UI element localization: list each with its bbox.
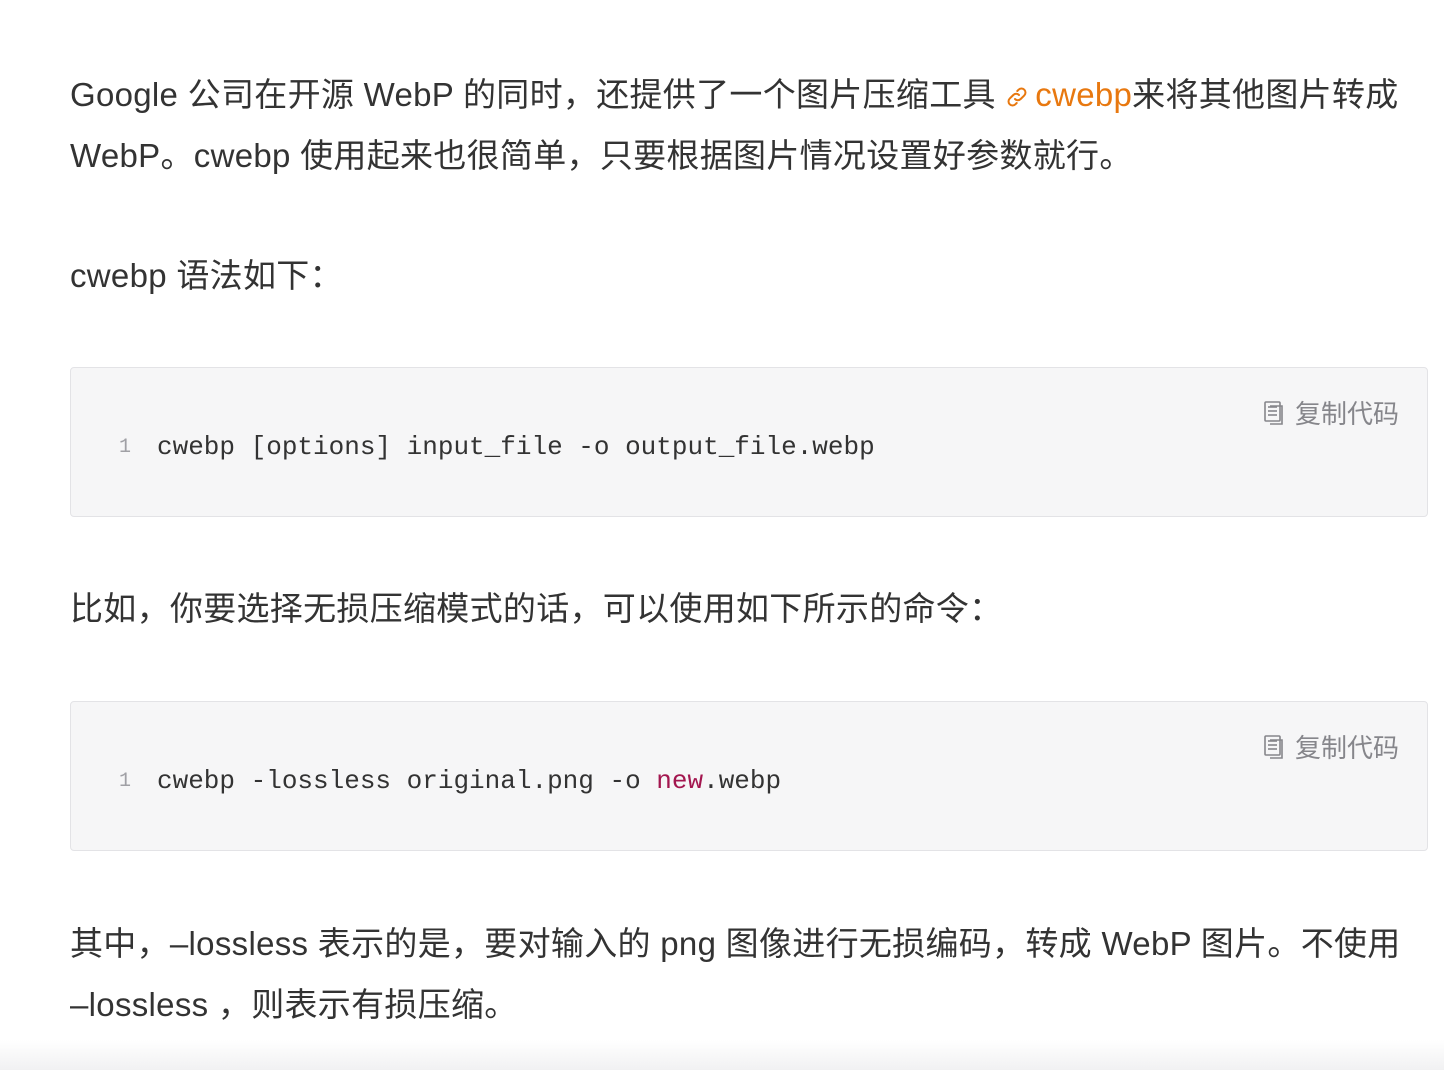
bottom-fade bbox=[0, 1040, 1444, 1070]
copy-code-button[interactable]: 复制代码 bbox=[1263, 394, 1399, 431]
paragraph-explanation: 其中，–lossless 表示的是，要对输入的 png 图像进行无损编码，转成 … bbox=[70, 925, 1401, 1023]
paragraph-intro: Google 公司在开源 WebP 的同时，还提供了一个图片压缩工具 cwebp… bbox=[70, 64, 1420, 186]
code-block-syntax: 复制代码 1 cwebp [options] input_file -o out… bbox=[70, 367, 1428, 517]
copy-icon bbox=[1264, 734, 1283, 759]
code-line: 1 cwebp [options] input_file -o output_f… bbox=[119, 432, 875, 462]
code-block-lossless: 复制代码 1 cwebp -lossless original.png -o n… bbox=[70, 701, 1428, 851]
line-number: 1 bbox=[119, 769, 132, 793]
copy-icon bbox=[1264, 400, 1283, 425]
copy-code-label[interactable]: 复制代码 bbox=[1295, 728, 1399, 765]
copy-code-button[interactable]: 复制代码 bbox=[1263, 728, 1399, 765]
code-text: cwebp [options] input_file -o output_fil… bbox=[157, 432, 875, 462]
link-icon bbox=[1007, 87, 1027, 107]
cwebp-link-text[interactable]: cwebp bbox=[1035, 76, 1132, 113]
code-text: cwebp -lossless original.png -o bbox=[157, 766, 657, 796]
code-line: 1 cwebp -lossless original.png -o new.we… bbox=[119, 766, 781, 796]
paragraph-syntax: cwebp 语法如下： bbox=[70, 257, 343, 294]
cwebp-link[interactable]: cwebp bbox=[1005, 76, 1132, 113]
line-number: 1 bbox=[119, 435, 132, 459]
paragraph-example: 比如，你要选择无损压缩模式的话，可以使用如下所示的命令： bbox=[70, 590, 1003, 627]
paragraph-intro-text-before: Google 公司在开源 WebP 的同时，还提供了一个图片压缩工具 bbox=[70, 76, 1006, 113]
copy-code-label[interactable]: 复制代码 bbox=[1295, 394, 1399, 431]
code-keyword: new bbox=[656, 766, 704, 796]
code-text-end: .webp bbox=[703, 766, 782, 796]
